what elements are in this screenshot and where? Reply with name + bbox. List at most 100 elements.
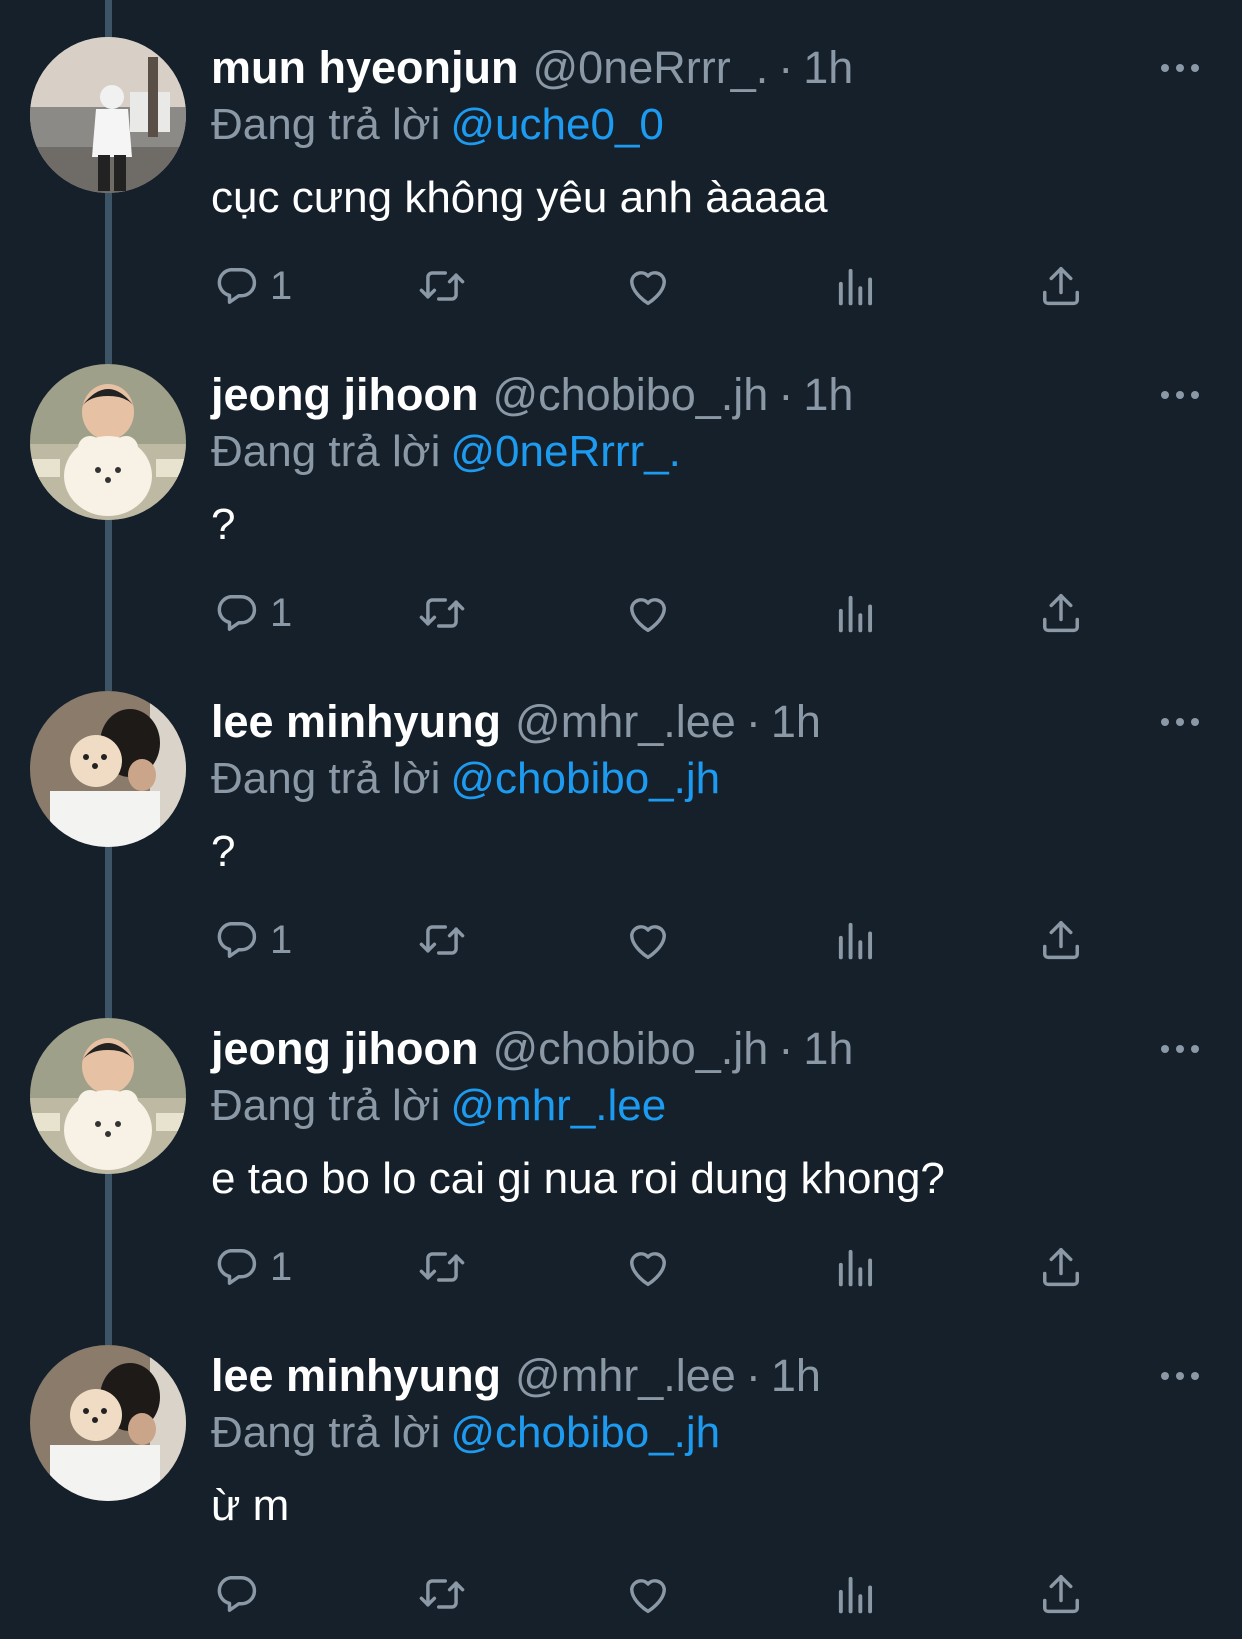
views-icon [830,1568,882,1620]
action-bar [0,1566,1242,1626]
user-handle[interactable]: @mhr_.lee [515,696,736,747]
views-icon [830,587,882,639]
views-button[interactable] [830,585,882,641]
reply-icon [210,914,262,966]
replying-to-handle[interactable]: @chobibo_.jh [450,1408,720,1457]
avatar[interactable] [30,37,186,193]
separator-dot: · [778,1023,794,1074]
like-icon [622,1568,674,1620]
replying-to-handle[interactable]: @uche0_0 [450,100,664,149]
replying-to: Đang trả lời @chobibo_.jh [211,751,720,807]
display-name[interactable]: mun hyeonjun [211,42,519,93]
reply-count: 1 [270,1244,293,1289]
share-button[interactable] [1035,1239,1087,1295]
retweet-button[interactable] [416,912,468,968]
like-button[interactable] [622,258,674,314]
retweet-icon [416,260,468,312]
avatar[interactable] [30,691,186,847]
avatar[interactable] [30,1345,186,1501]
share-button[interactable] [1035,585,1087,641]
separator-dot: · [778,369,794,420]
tweet-header: lee minhyung @mhr_.lee · 1h [211,1348,821,1404]
user-handle[interactable]: @chobibo_.jh [492,369,768,420]
share-icon [1035,1568,1087,1620]
display-name[interactable]: jeong jihoon [211,369,478,420]
retweet-button[interactable] [416,1566,468,1622]
replying-to-label: Đang trả lời [211,754,441,803]
tweet-header: lee minhyung @mhr_.lee · 1h [211,694,821,750]
more-icon [1155,1031,1205,1067]
tweet-text: ? [211,500,236,549]
tweet-text: e tao bo lo cai gi nua roi dung khong? [211,1154,945,1203]
more-icon [1155,377,1205,413]
retweet-button[interactable] [416,258,468,314]
timestamp[interactable]: 1h [803,369,853,420]
share-icon [1035,587,1087,639]
separator-dot: · [745,696,761,747]
views-button[interactable] [830,1239,882,1295]
views-icon [830,1241,882,1293]
avatar[interactable] [30,1018,186,1174]
more-icon [1155,50,1205,86]
display-name[interactable]: lee minhyung [211,1350,501,1401]
tweet-header: mun hyeonjun @0neRrrr_. · 1h [211,40,853,96]
tweet[interactable]: jeong jihoon @chobibo_.jh · 1h Đang trả lời… [0,981,1242,1308]
more-options-button[interactable] [1155,377,1205,413]
reply-button[interactable]: 1 [210,912,292,968]
reply-button[interactable] [210,1566,270,1622]
display-name[interactable]: jeong jihoon [211,1023,478,1074]
more-options-button[interactable] [1155,704,1205,740]
share-button[interactable] [1035,912,1087,968]
retweet-icon [416,1568,468,1620]
views-button[interactable] [830,912,882,968]
views-button[interactable] [830,258,882,314]
like-icon [622,260,674,312]
reply-button[interactable]: 1 [210,1239,292,1295]
display-name[interactable]: lee minhyung [211,696,501,747]
timestamp[interactable]: 1h [803,42,853,93]
like-icon [622,914,674,966]
replying-to: Đang trả lời @uche0_0 [211,97,664,153]
replying-to: Đang trả lời @chobibo_.jh [211,1405,720,1461]
replying-to-handle[interactable]: @chobibo_.jh [450,754,720,803]
tweet[interactable]: jeong jihoon @chobibo_.jh · 1h Đang trả lời… [0,327,1242,654]
reply-button[interactable]: 1 [210,258,292,314]
like-icon [622,1241,674,1293]
views-button[interactable] [830,1566,882,1622]
user-handle[interactable]: @chobibo_.jh [492,1023,768,1074]
replying-to-handle[interactable]: @0neRrrr_. [450,427,681,476]
replying-to: Đang trả lời @0neRrrr_. [211,424,681,480]
avatar[interactable] [30,364,186,520]
timestamp[interactable]: 1h [771,1350,821,1401]
tweet[interactable]: lee minhyung @mhr_.lee · 1h Đang trả lời @ch… [0,654,1242,981]
share-icon [1035,1241,1087,1293]
like-button[interactable] [622,585,674,641]
reply-count: 1 [270,263,293,308]
retweet-icon [416,914,468,966]
share-icon [1035,260,1087,312]
reply-icon [210,260,262,312]
like-button[interactable] [622,912,674,968]
tweet-text: cục cưng không yêu anh àaaaa [211,173,828,222]
reply-button[interactable]: 1 [210,585,292,641]
separator-dot: · [745,1350,761,1401]
replying-to-handle[interactable]: @mhr_.lee [450,1081,666,1130]
like-button[interactable] [622,1239,674,1295]
user-handle[interactable]: @mhr_.lee [515,1350,736,1401]
action-bar: 1 [0,1239,1242,1299]
timestamp[interactable]: 1h [771,696,821,747]
share-button[interactable] [1035,1566,1087,1622]
more-icon [1155,704,1205,740]
more-options-button[interactable] [1155,1031,1205,1067]
more-options-button[interactable] [1155,1358,1205,1394]
like-button[interactable] [622,1566,674,1622]
more-options-button[interactable] [1155,50,1205,86]
retweet-button[interactable] [416,585,468,641]
tweet[interactable]: lee minhyung @mhr_.lee · 1h Đang trả lời @ch… [0,1308,1242,1635]
share-button[interactable] [1035,258,1087,314]
views-icon [830,260,882,312]
tweet[interactable]: mun hyeonjun @0neRrrr_. · 1h Đang trả lời @u… [0,0,1242,327]
timestamp[interactable]: 1h [803,1023,853,1074]
user-handle[interactable]: @0neRrrr_. [533,42,769,93]
retweet-button[interactable] [416,1239,468,1295]
